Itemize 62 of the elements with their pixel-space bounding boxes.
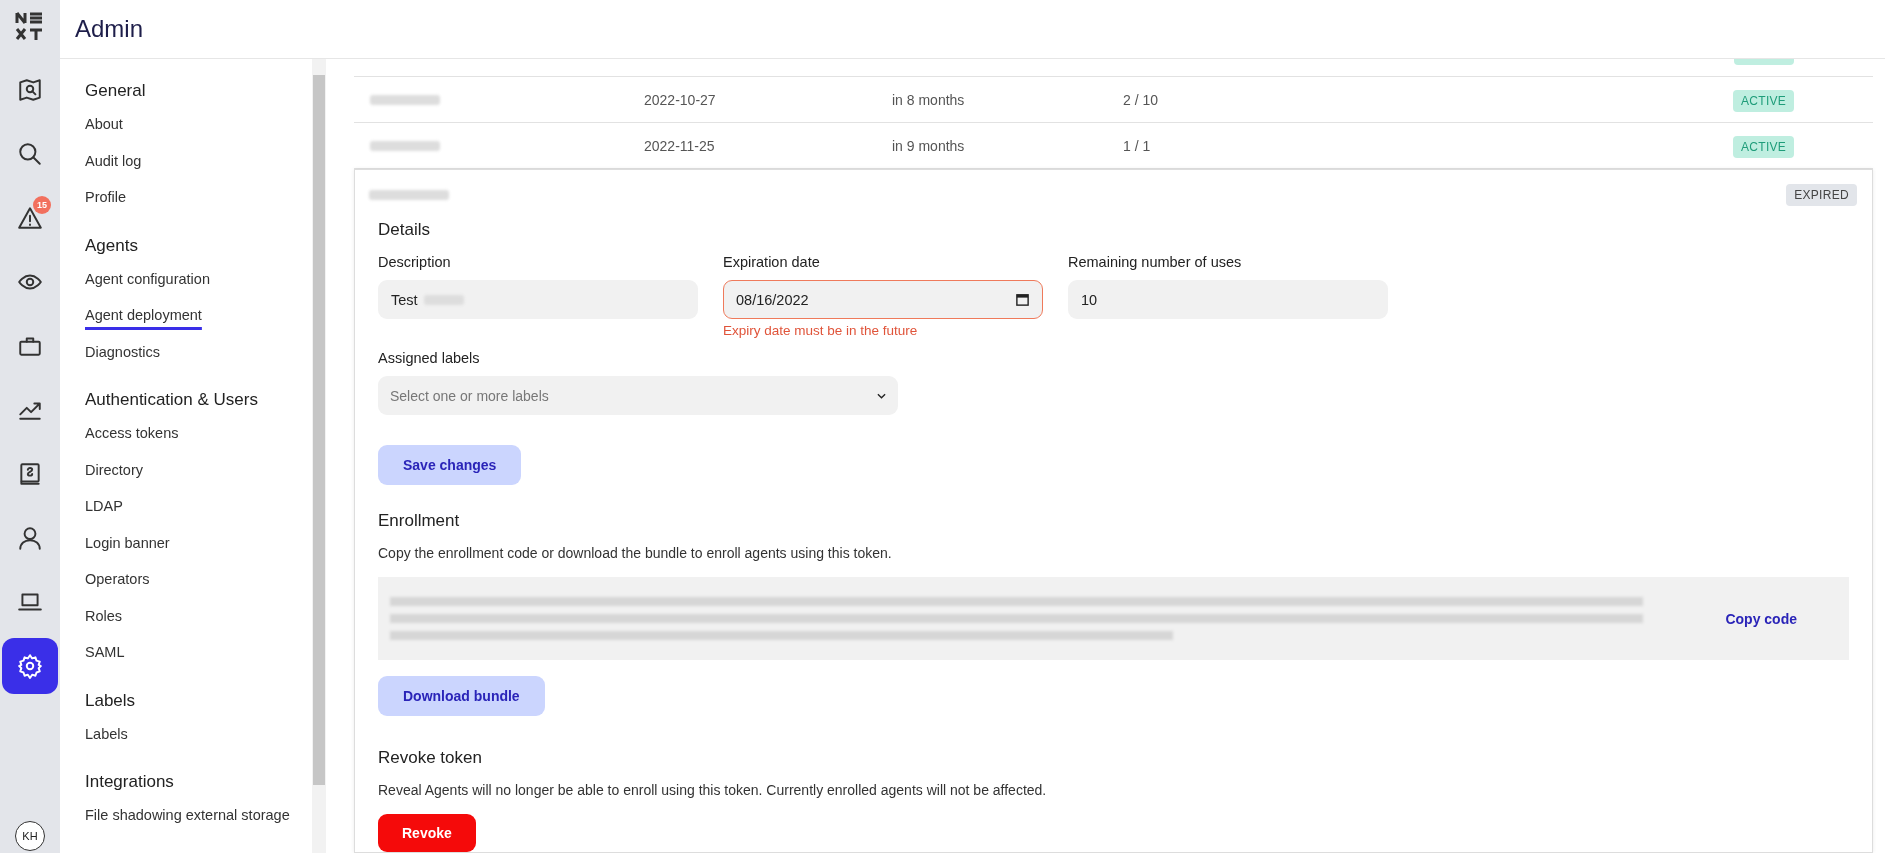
input-field[interactable]: Test xyxy=(378,280,698,319)
section-heading: Labels xyxy=(85,690,136,711)
redacted-text xyxy=(370,140,440,151)
sidebar-item[interactable]: LDAP xyxy=(85,492,123,529)
date-field[interactable]: 08/16/2022 xyxy=(723,280,1043,319)
save-button[interactable]: Save changes xyxy=(378,445,522,485)
page-title: Admin xyxy=(75,15,144,43)
search-icon xyxy=(17,141,43,167)
document-icon xyxy=(17,461,43,487)
field-label: Assigned labels xyxy=(378,350,481,366)
section-heading: Integrations xyxy=(85,772,174,792)
table-cell-text: 2 / 10 xyxy=(1123,91,1160,108)
revoke-button[interactable]: Revoke xyxy=(378,814,476,852)
settings-button[interactable] xyxy=(2,638,58,694)
scrollbar[interactable] xyxy=(312,59,326,853)
status-badge: ACTIVE xyxy=(1733,135,1795,158)
redacted-text xyxy=(370,94,440,105)
field-label: Description xyxy=(378,254,451,270)
sidebar-item[interactable]: Directory xyxy=(85,455,143,492)
sidebar-item[interactable]: About xyxy=(85,110,123,147)
section-heading: Details xyxy=(378,220,431,240)
input-field[interactable]: 10 xyxy=(1068,280,1388,319)
sidebar-item[interactable]: Roles xyxy=(85,601,123,638)
gear-icon xyxy=(17,653,43,679)
section-heading: Authentication & Users xyxy=(85,390,258,410)
sidebar-item[interactable]: Audit log xyxy=(85,146,142,183)
sidebar-item[interactable]: Agent deployment xyxy=(85,301,202,338)
notification-badge: 15 xyxy=(33,196,51,214)
description-text: Reveal Agents will no longer be able to enroll using this token. Currently enrolled agents will not be affected. xyxy=(378,782,1048,798)
sidebar-item[interactable]: Profile xyxy=(85,183,127,220)
section-heading: General xyxy=(85,81,146,101)
sidebar-item[interactable]: Agent configuration xyxy=(85,264,210,301)
sidebar-item[interactable]: File shadowing external storage xyxy=(85,801,290,838)
user-avatar[interactable]: KH xyxy=(15,821,45,851)
sidebar-item[interactable]: Diagnostics xyxy=(85,337,160,374)
calendar-icon[interactable] xyxy=(1015,292,1030,307)
field-label: Expiration date xyxy=(723,254,820,270)
map-icon xyxy=(17,77,43,103)
table-cell-text: 2022-10-27 xyxy=(644,91,717,108)
table-cell-text: 2022-11-25 xyxy=(644,137,716,154)
section-heading: Agents xyxy=(85,235,138,256)
sidebar-item[interactable]: SAML xyxy=(85,638,125,675)
table-cell-text: 1 / 1 xyxy=(1123,137,1152,154)
status-badge: EXPIRED xyxy=(1786,184,1857,206)
description-text: Copy the enrollment code or download the bundle to enroll agents using this token. xyxy=(378,545,893,561)
copy-link[interactable]: Copy code xyxy=(1725,610,1797,627)
sidebar-item[interactable]: Login banner xyxy=(85,528,170,565)
label-select[interactable]: Select one or more labels xyxy=(378,376,898,415)
caret-icon xyxy=(877,392,886,399)
user-icon xyxy=(17,525,43,551)
status-badge xyxy=(1734,59,1794,65)
table-cell-text: in 9 months xyxy=(892,137,966,154)
status-badge: ACTIVE xyxy=(1733,89,1795,112)
section-heading: Enrollment xyxy=(378,511,461,531)
field-label: Remaining number of uses xyxy=(1068,254,1242,270)
table-cell-text: in 8 months xyxy=(892,91,966,108)
sidebar-item[interactable]: Labels xyxy=(85,719,128,756)
sidebar-item[interactable]: Access tokens xyxy=(85,419,179,456)
sidebar-item[interactable]: Operators xyxy=(85,565,150,602)
error-message: Expiry date must be in the future xyxy=(723,323,918,338)
download-button[interactable]: Download bundle xyxy=(378,676,545,716)
section-heading: Revoke token xyxy=(378,748,483,768)
